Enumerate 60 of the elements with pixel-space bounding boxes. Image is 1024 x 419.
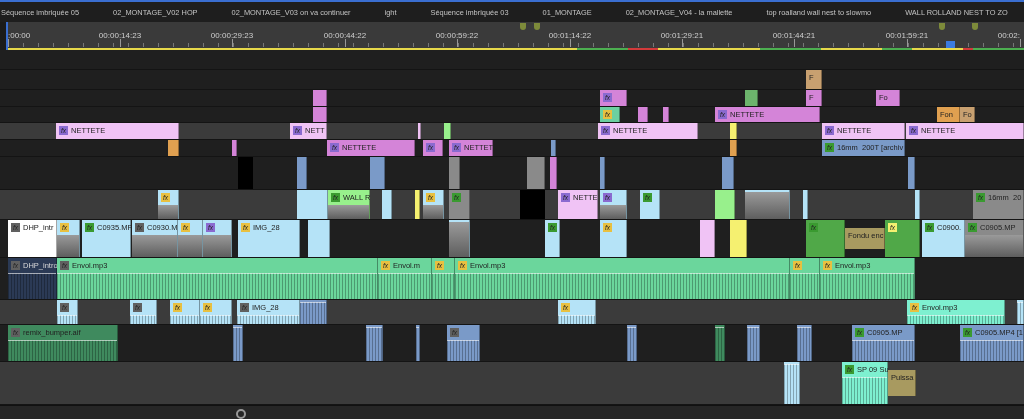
video-thumbnail: [423, 205, 443, 219]
marker-icon[interactable]: [520, 23, 526, 30]
video-thumbnail: [203, 235, 231, 257]
video-clip[interactable]: [232, 140, 237, 156]
video-thumbnail: [328, 205, 369, 219]
video-clip[interactable]: [600, 157, 605, 189]
video-clip[interactable]: [638, 107, 648, 122]
time-ruler[interactable]: :00:00 00:00:14:23 00:00:29:23 00:00:44:22 00:00:59:22 00:01:14:22 00:01:29:21 00:01:44:21 00:01:59:21 00:02:: [6, 22, 1024, 50]
video-clip[interactable]: [168, 140, 179, 156]
video-clip[interactable]: [313, 90, 327, 106]
video-thumbnail: [158, 205, 178, 219]
timecode-label: 00:02:: [997, 31, 1020, 40]
video-clip[interactable]: [308, 220, 330, 257]
video-thumbnail: [449, 222, 469, 257]
video-clip[interactable]: [915, 190, 920, 219]
video-clip[interactable]: [444, 123, 451, 139]
timecode-label: 00:00:29:23: [210, 31, 254, 40]
video-clip[interactable]: [722, 157, 734, 189]
video-clip[interactable]: [418, 123, 421, 139]
video-clip[interactable]: [551, 140, 556, 156]
video-clip[interactable]: [745, 90, 758, 106]
video-thumbnail: [57, 235, 79, 257]
video-clip[interactable]: [730, 140, 737, 156]
video-clip[interactable]: [449, 220, 470, 257]
marker-icon[interactable]: [939, 23, 945, 30]
video-clip[interactable]: [527, 157, 545, 189]
video-clip[interactable]: [730, 220, 747, 257]
video-clip[interactable]: [730, 123, 737, 139]
horizontal-scrollbar[interactable]: [0, 405, 1024, 419]
timecode-label: 00:01:59:21: [885, 31, 929, 40]
video-clip[interactable]: [313, 107, 327, 122]
marker-icon[interactable]: [534, 23, 540, 30]
video-clip[interactable]: [238, 157, 253, 189]
video-clip[interactable]: [370, 157, 385, 189]
timecode-label: 00:01:14:22: [548, 31, 592, 40]
video-thumbnail: [745, 192, 789, 219]
video-clip[interactable]: [550, 157, 557, 189]
playhead-handle[interactable]: [946, 41, 955, 48]
video-thumbnail: [965, 235, 1023, 257]
video-clip[interactable]: [700, 220, 715, 257]
marker-icon[interactable]: [972, 23, 978, 30]
video-clip[interactable]: [715, 190, 735, 219]
video-clip[interactable]: [908, 157, 915, 189]
video-clip[interactable]: [663, 107, 669, 122]
zoom-handle[interactable]: [236, 409, 246, 419]
video-clip[interactable]: [745, 190, 790, 219]
timecode-label: :00:00: [8, 31, 31, 40]
video-clip[interactable]: [297, 190, 328, 219]
video-clip[interactable]: [803, 190, 808, 219]
timecode-label: 00:01:29:21: [660, 31, 704, 40]
timecode-label: 00:00:44:22: [323, 31, 367, 40]
timecode-label: 00:01:44:21: [772, 31, 816, 40]
video-clip[interactable]: [382, 190, 392, 219]
video-clip[interactable]: [449, 157, 460, 189]
video-clip[interactable]: [520, 190, 545, 219]
timecode-label: 00:00:14:23: [98, 31, 142, 40]
video-clip[interactable]: [415, 190, 420, 219]
video-clip[interactable]: [297, 157, 307, 189]
video-thumbnail: [600, 205, 626, 219]
timecode-label: 00:00:59:22: [435, 31, 479, 40]
